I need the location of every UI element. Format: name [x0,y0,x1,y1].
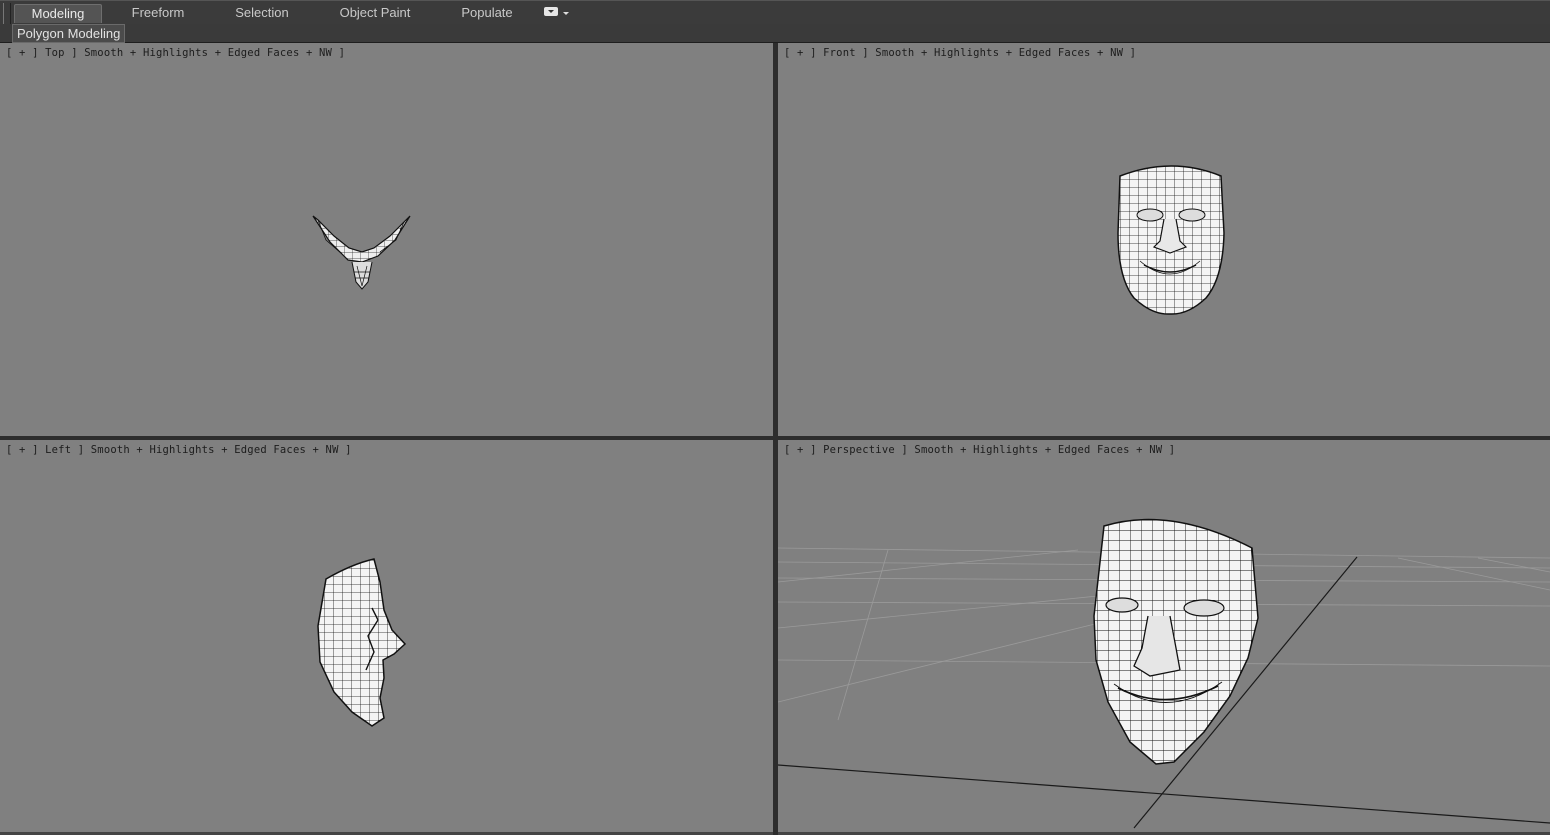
tab-modeling[interactable]: Modeling [14,4,102,23]
ribbon-panel-strip: Polygon Modeling [0,24,1550,43]
polygon-modeling-panel-button[interactable]: Polygon Modeling [12,24,126,43]
tab-freeform[interactable]: Freeform [118,4,198,22]
perspective-view-scene [778,518,1550,829]
viewport-divider-horizontal[interactable] [0,436,1550,440]
front-view-mask-mesh [1117,165,1225,315]
viewport-perspective[interactable]: [ + ] Perspective ] Smooth + Highlights … [778,440,1550,832]
tab-populate[interactable]: Populate [447,4,527,22]
ribbon-tab-bar: Modeling Freeform Selection Object Paint… [0,0,1550,41]
left-view-mask-mesh [317,558,407,727]
ribbon-top-line [0,0,1550,1]
ribbon-options-icon[interactable] [544,7,558,16]
tab-object-paint[interactable]: Object Paint [334,4,416,22]
tab-selection[interactable]: Selection [222,4,302,22]
top-view-mask-mesh [312,215,411,290]
viewport-front[interactable]: [ + ] Front ] Smooth + Highlights + Edge… [778,43,1550,436]
viewport-left[interactable]: [ + ] Left ] Smooth + Highlights + Edged… [0,440,773,832]
viewport-top[interactable]: [ + ] Top ] Smooth + Highlights + Edged … [0,43,773,436]
chevron-down-icon[interactable] [563,12,569,15]
